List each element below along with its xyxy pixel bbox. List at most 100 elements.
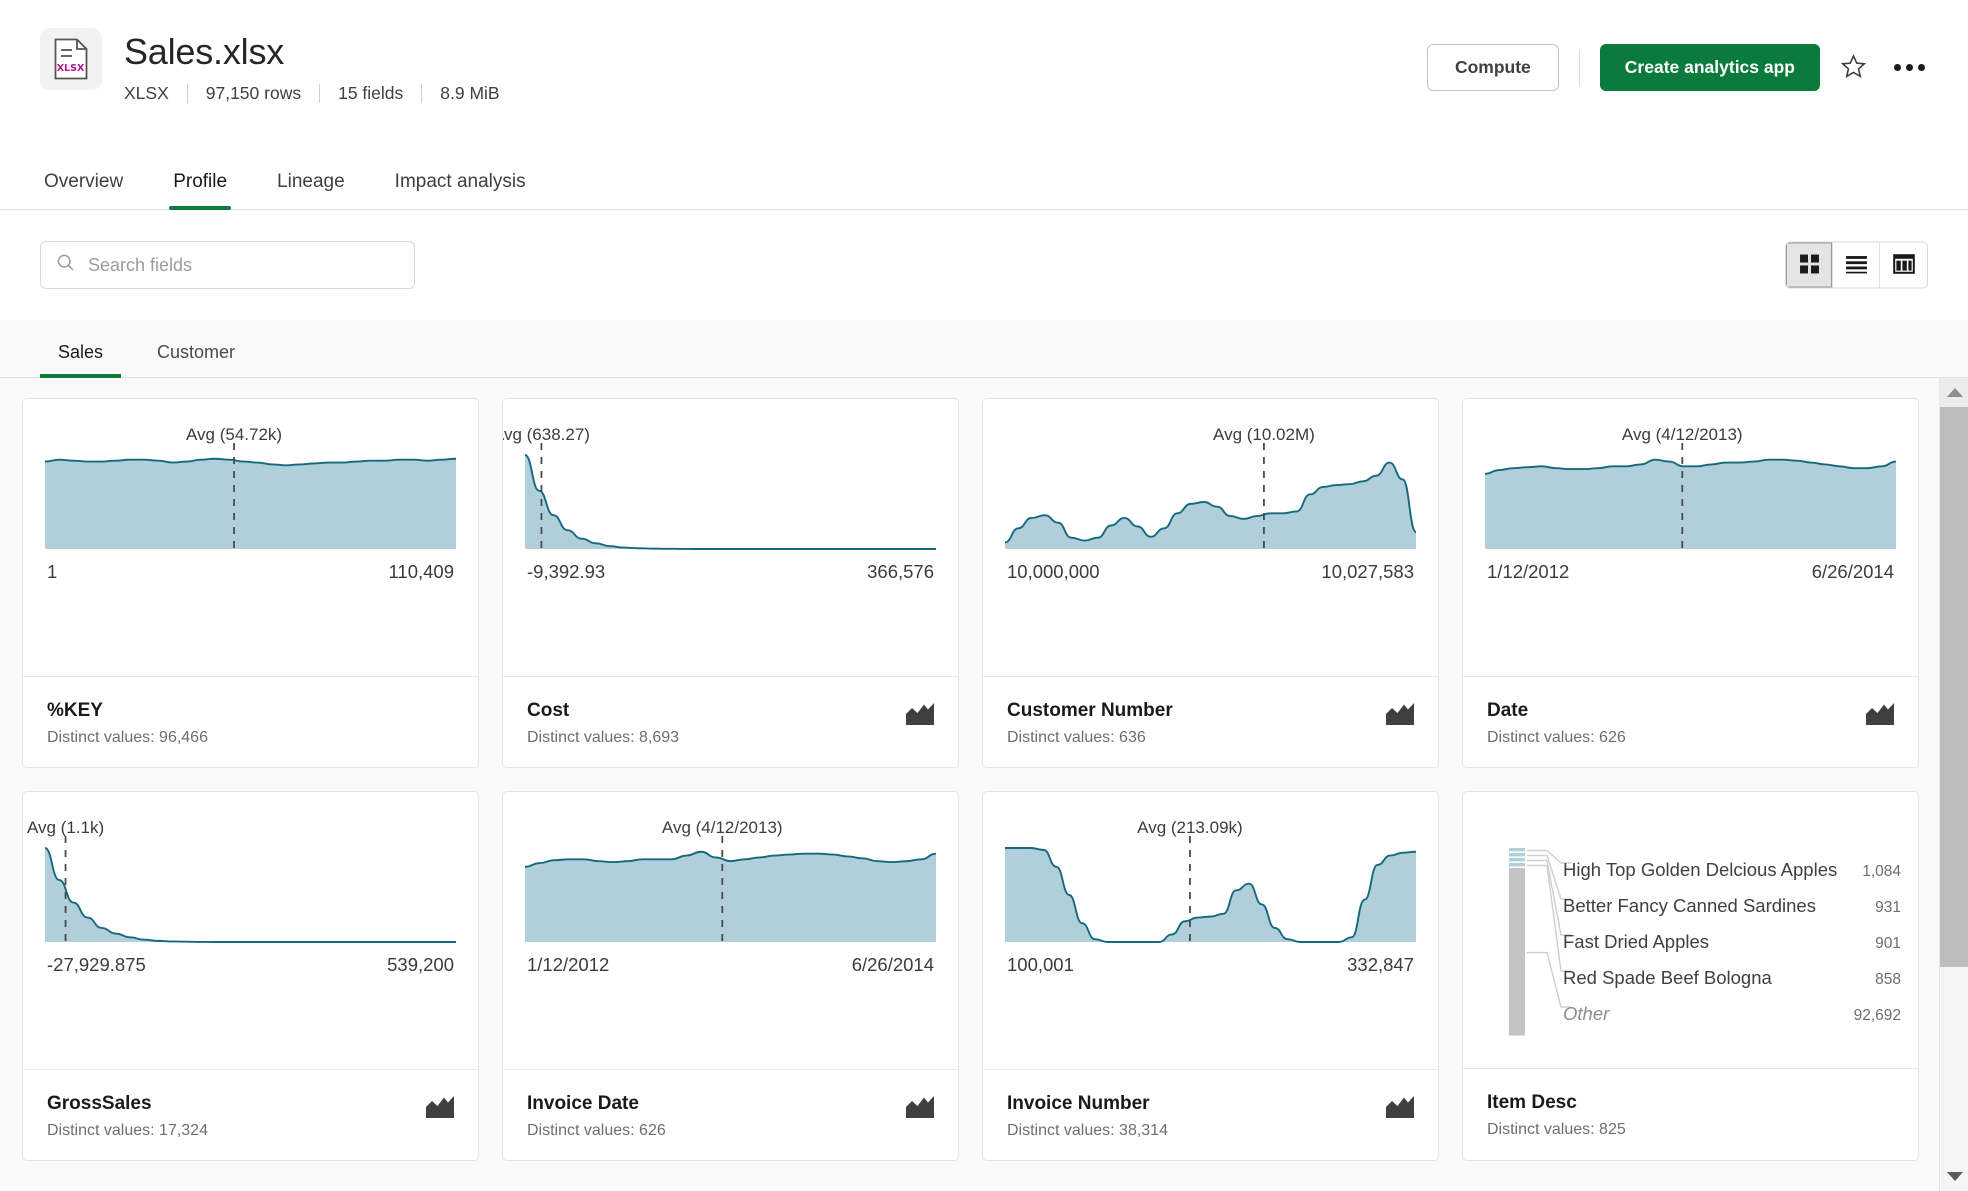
scroll-up-button[interactable]: [1940, 378, 1968, 407]
axis-min-label: 1/12/2012: [1487, 561, 1570, 582]
bar-segment: [1509, 853, 1525, 857]
meta-divider: [319, 84, 321, 103]
tab-profile[interactable]: Profile: [169, 171, 231, 210]
field-card[interactable]: Avg (213.09k) 100,001 332,847 Invoice Nu…: [982, 791, 1439, 1161]
view-mode-toggle: [1785, 241, 1928, 289]
field-card[interactable]: High Top Golden Delcious Apples 1,084 Be…: [1462, 791, 1919, 1161]
field-distribution-chart: High Top Golden Delcious Apples 1,084 Be…: [1463, 792, 1918, 1068]
scroll-down-button[interactable]: [1940, 1162, 1968, 1191]
table-view-button[interactable]: [1880, 242, 1927, 288]
bar-segment: [1509, 858, 1525, 862]
field-card[interactable]: Avg (638.27) -9,392.93 366,576 Cost Dist…: [502, 398, 959, 768]
distribution-row[interactable]: Red Spade Beef Bologna 858: [1563, 960, 1901, 996]
area-fill: [1485, 459, 1896, 549]
field-distribution-chart: Avg (4/12/2013) 1/12/2012 6/26/2014: [503, 792, 958, 1069]
table-icon: [1892, 253, 1915, 277]
caret-up-icon: [1946, 388, 1963, 397]
field-cards-area: Avg (54.72k) 1 110,409 %KEY Distinct val…: [0, 378, 1968, 1191]
subtab-customer[interactable]: Customer: [139, 342, 253, 377]
meta-rows: 97,150 rows: [205, 83, 302, 103]
distribution-row[interactable]: Better Fancy Canned Sardines 931: [1563, 888, 1901, 924]
file-type-label: XLSX: [57, 63, 85, 74]
distinct-values-label: Distinct values: 636: [1007, 729, 1146, 746]
bar-segment: [1509, 848, 1525, 852]
distribution-row[interactable]: Other 92,692: [1563, 996, 1901, 1032]
field-distribution-chart: Avg (4/12/2013) 1/12/2012 6/26/2014: [1463, 399, 1918, 676]
create-analytics-app-button[interactable]: Create analytics app: [1599, 44, 1820, 91]
more-options-button[interactable]: [1886, 45, 1932, 91]
field-card-footer: Cost Distinct values: 8,693: [503, 676, 958, 767]
field-distribution-chart: Avg (213.09k) 100,001 332,847: [983, 792, 1438, 1069]
search-input[interactable]: [88, 254, 400, 276]
field-card[interactable]: Avg (10.02M) 10,000,000 10,027,583 Custo…: [982, 398, 1439, 768]
favorite-button[interactable]: [1830, 45, 1876, 91]
axis-max-label: 110,409: [388, 561, 455, 582]
table-tab-bar: Sales Customer: [0, 320, 1968, 378]
list-icon: [1845, 253, 1868, 277]
scrollbar-thumb[interactable]: [1940, 407, 1968, 967]
field-distribution-chart: Avg (54.72k) 1 110,409: [23, 399, 478, 676]
field-name-label: %KEY: [47, 700, 103, 721]
distribution-label: Red Spade Beef Bologna: [1563, 967, 1772, 988]
axis-max-label: 539,200: [387, 954, 454, 975]
meta-fields: 15 fields: [338, 83, 404, 103]
field-distribution-chart: Avg (1.1k) -27,929.875 539,200: [23, 792, 478, 1069]
field-card[interactable]: Avg (4/12/2013) 1/12/2012 6/26/2014 Invo…: [502, 791, 959, 1161]
field-name-label: Invoice Date: [527, 1093, 639, 1114]
file-meta-row: XLSX 97,150 rows 15 fields 8.9 MiB: [124, 83, 500, 104]
axis-min-label: 1/12/2012: [527, 954, 610, 975]
field-card[interactable]: Avg (4/12/2013) 1/12/2012 6/26/2014 Date…: [1462, 398, 1919, 768]
search-icon: [55, 252, 76, 278]
axis-min-label: -27,929.875: [47, 954, 146, 975]
distribution-label: High Top Golden Delcious Apples: [1563, 859, 1838, 880]
tab-overview[interactable]: Overview: [40, 171, 127, 209]
meta-size: 8.9 MiB: [440, 83, 500, 103]
distinct-values-label: Distinct values: 626: [1487, 729, 1626, 746]
field-name-label: Invoice Number: [1007, 1093, 1150, 1114]
distribution-value: 858: [1875, 971, 1901, 988]
area-fill: [45, 458, 456, 549]
tab-lineage[interactable]: Lineage: [273, 171, 349, 209]
distinct-values-label: Distinct values: 825: [1487, 1121, 1626, 1138]
field-name-label: GrossSales: [47, 1093, 152, 1114]
meta-divider: [421, 84, 423, 103]
area-fill: [1005, 848, 1416, 942]
grid-view-button[interactable]: [1786, 242, 1833, 288]
action-divider: [1578, 49, 1580, 86]
field-card[interactable]: Avg (54.72k) 1 110,409 %KEY Distinct val…: [22, 398, 479, 768]
field-card-footer: Invoice Number Distinct values: 38,314: [983, 1069, 1438, 1160]
tab-impact-analysis[interactable]: Impact analysis: [391, 171, 530, 209]
area-fill: [45, 848, 456, 942]
search-field-container[interactable]: [40, 241, 415, 289]
field-card[interactable]: Avg (1.1k) -27,929.875 539,200 GrossSale…: [22, 791, 479, 1161]
subtab-sales[interactable]: Sales: [40, 342, 122, 378]
distinct-values-label: Distinct values: 8,693: [527, 729, 680, 746]
axis-min-label: -9,392.93: [527, 561, 606, 582]
axis-min-label: 10,000,000: [1007, 561, 1100, 582]
list-view-button[interactable]: [1833, 242, 1880, 288]
distribution-label: Other: [1563, 1003, 1610, 1024]
field-card-grid: Avg (54.72k) 1 110,409 %KEY Distinct val…: [0, 378, 1968, 1181]
area-line: [524, 454, 936, 550]
distinct-values-label: Distinct values: 38,314: [1007, 1122, 1168, 1139]
axis-max-label: 332,847: [1347, 954, 1414, 975]
field-card-footer: Item Desc Distinct values: 825: [1463, 1068, 1918, 1160]
distinct-values-label: Distinct values: 626: [527, 1122, 666, 1139]
header-actions: Compute Create analytics app: [1426, 44, 1932, 91]
grid-icon: [1799, 253, 1820, 277]
field-name-label: Date: [1487, 700, 1529, 721]
field-card-footer: GrossSales Distinct values: 17,324: [23, 1069, 478, 1160]
profile-toolbar: [0, 210, 1968, 320]
axis-min-label: 1: [47, 561, 58, 582]
measure-chart-icon: [1866, 703, 1894, 730]
field-name-label: Customer Number: [1007, 700, 1173, 721]
distribution-row[interactable]: High Top Golden Delcious Apples 1,084: [1563, 852, 1901, 888]
compute-button[interactable]: Compute: [1426, 44, 1559, 91]
caret-down-icon: [1946, 1172, 1963, 1181]
axis-max-label: 6/26/2014: [851, 954, 934, 975]
area-fill: [525, 851, 936, 942]
field-distribution-chart: Avg (638.27) -9,392.93 366,576: [503, 399, 958, 676]
vertical-scrollbar[interactable]: [1939, 378, 1968, 1191]
axis-max-label: 10,027,583: [1321, 561, 1414, 582]
distribution-row[interactable]: Fast Dried Apples 901: [1563, 924, 1901, 960]
